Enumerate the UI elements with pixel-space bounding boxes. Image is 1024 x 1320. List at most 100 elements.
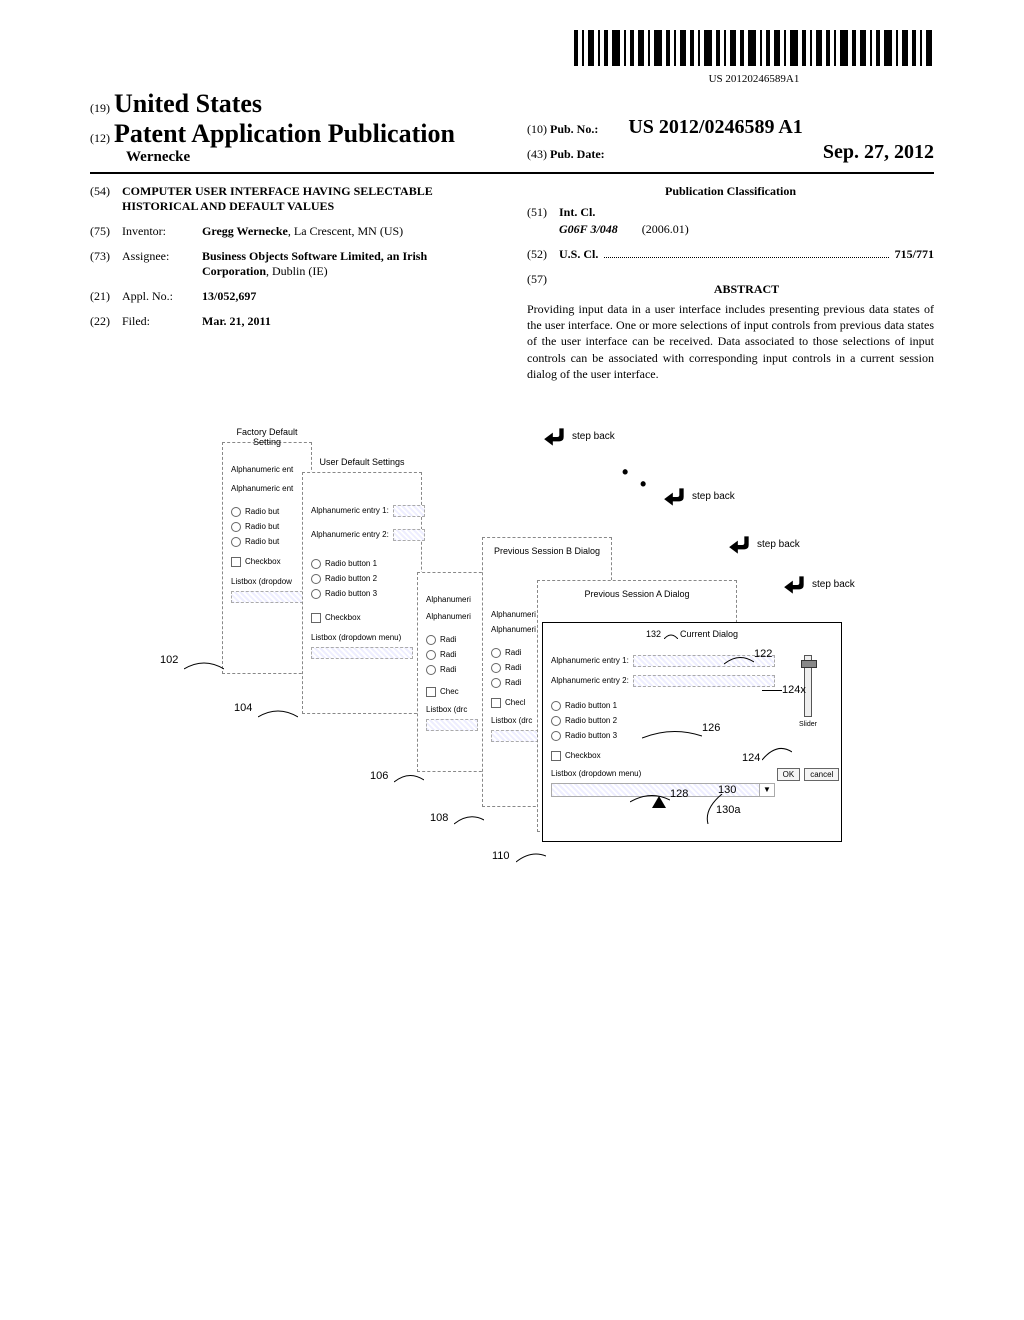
radio-icon[interactable] (311, 559, 321, 569)
listbox-label: Listbox (dropdow (231, 577, 292, 586)
radio-icon[interactable] (426, 635, 436, 645)
checkbox-label: Checkbox (325, 613, 361, 622)
step-back-label: step back (757, 539, 800, 550)
factory-default-dialog: Factory Default Setting Alphanumeric ent… (222, 442, 312, 674)
checkbox-icon[interactable] (426, 687, 436, 697)
session-dialog-106: Alphanumeri Alphanumeri Radi Radi Radi C… (417, 572, 487, 772)
radio-icon[interactable] (231, 537, 241, 547)
radio-icon[interactable] (426, 665, 436, 675)
appl-no-value: 13/052,697 (202, 289, 256, 303)
radio-icon[interactable] (426, 650, 436, 660)
checkbox-label: Checkbox (245, 557, 281, 566)
chevron-down-icon[interactable]: ▼ (759, 784, 774, 796)
listbox-field[interactable] (311, 647, 413, 659)
text-input[interactable] (393, 529, 425, 541)
ref-104: 104 (234, 702, 252, 714)
radio-icon[interactable] (491, 663, 501, 673)
arrow-back-icon (782, 572, 808, 598)
us-cl-label: U.S. Cl. (559, 247, 598, 261)
radio-label: Radio button 1 (325, 559, 377, 568)
filed-value: Mar. 21, 2011 (202, 314, 271, 328)
pub-no-label: Pub. No.: (550, 122, 598, 137)
code-51: (51) (527, 205, 559, 220)
leader-line-icon (258, 705, 298, 719)
code-19: (19) (90, 101, 110, 115)
text-input[interactable] (393, 505, 425, 517)
ref-122: 122 (754, 648, 772, 660)
dialog-title-factory: Factory Default Setting (223, 427, 311, 447)
checkbox-icon[interactable] (491, 698, 501, 708)
radio1-input[interactable] (551, 701, 561, 711)
radio-icon[interactable] (491, 678, 501, 688)
checkbox-icon[interactable] (231, 557, 241, 567)
listbox-field[interactable] (231, 591, 303, 603)
radio-icon[interactable] (231, 522, 241, 532)
radio-label: Radi (440, 665, 456, 674)
radio2-input[interactable] (551, 716, 561, 726)
radio3-input[interactable] (551, 731, 561, 741)
invention-title: COMPUTER USER INTERFACE HAVING SELECTABL… (122, 184, 497, 214)
int-cl-label: Int. Cl. (559, 205, 595, 219)
code-75: (75) (90, 224, 122, 239)
int-cl-date: (2006.01) (642, 222, 689, 236)
checkbox-input[interactable] (551, 751, 561, 761)
barcode-icon (574, 30, 934, 66)
assignee-label: Assignee: (122, 249, 202, 279)
leader-line-icon (454, 812, 484, 826)
radio-label: Radio button 2 (325, 574, 377, 583)
dialog-title-prev-a: Previous Session A Dialog (538, 589, 736, 599)
radio-icon[interactable] (311, 574, 321, 584)
alpha2-input[interactable] (633, 675, 775, 687)
slider-thumb[interactable] (801, 660, 817, 668)
arrow-back-icon (542, 424, 568, 450)
ref-128: 128 (670, 788, 688, 800)
radio-label: Radio button 3 (325, 589, 377, 598)
abstract-text: Providing input data in a user interface… (527, 301, 934, 382)
radio-label: Radio but (245, 507, 279, 516)
checkbox-label: Checkbox (565, 751, 601, 760)
alpha-label: Alphanumeri (491, 625, 536, 634)
leader-line-icon (184, 657, 224, 671)
step-back-1: step back (542, 424, 615, 450)
step-back-4: step back (782, 572, 855, 598)
appl-no-label: Appl. No.: (122, 289, 202, 304)
alpha-label: Alphanumeric ent (231, 484, 293, 493)
checkbox-label: Checl (505, 698, 525, 707)
ref-106: 106 (370, 770, 388, 782)
code-21: (21) (90, 289, 122, 304)
ref-130a: 130a (716, 804, 740, 816)
code-73: (73) (90, 249, 122, 279)
triangle-up-icon (652, 796, 666, 810)
cancel-button[interactable]: cancel (804, 768, 839, 781)
listbox-field[interactable] (426, 719, 478, 731)
listbox-label: Listbox (dropdown menu) (551, 769, 641, 778)
alpha1-label: Alphanumeric entry 1: (551, 656, 629, 665)
ref-108: 108 (430, 812, 448, 824)
radio-icon[interactable] (491, 648, 501, 658)
checkbox-label: Chec (440, 687, 459, 696)
alpha-label: Alphanumeri (491, 610, 536, 619)
leader-line-icon (642, 726, 702, 740)
alpha-label: Alphanumeric entry 2: (311, 530, 389, 539)
inventor-name: Gregg Wernecke (202, 224, 288, 238)
pub-date-value: Sep. 27, 2012 (823, 141, 934, 164)
radio-icon[interactable] (311, 589, 321, 599)
alpha-label: Alphanumeric ent (231, 465, 293, 474)
radio-label: Radi (505, 663, 521, 672)
dialog-title-current: 132 Current Dialog (543, 629, 841, 639)
checkbox-icon[interactable] (311, 613, 321, 623)
radio-icon[interactable] (231, 507, 241, 517)
country-name: United States (114, 89, 262, 118)
leader-line-icon (762, 742, 792, 762)
code-43: (43) (527, 147, 547, 162)
code-22: (22) (90, 314, 122, 329)
inventor-location: , La Crescent, MN (US) (288, 224, 403, 238)
code-57: (57) (527, 272, 559, 301)
alpha-label: Alphanumeri (426, 612, 471, 621)
filed-label: Filed: (122, 314, 202, 329)
code-10: (10) (527, 122, 547, 137)
step-back-label: step back (572, 431, 615, 442)
radio-label: Radio but (245, 522, 279, 531)
radio-label: Radi (440, 650, 456, 659)
ok-button[interactable]: OK (777, 768, 801, 781)
